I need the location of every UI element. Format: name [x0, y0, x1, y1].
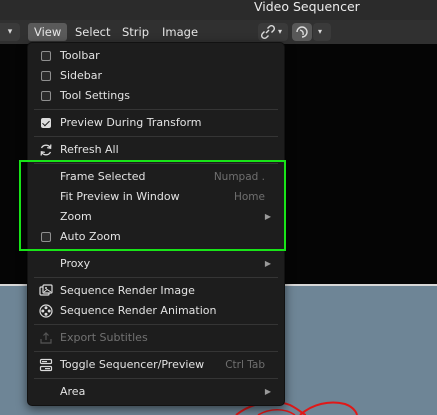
menu-separator — [34, 136, 278, 137]
render-image-icon — [39, 284, 53, 296]
refresh-icon — [40, 144, 52, 156]
submenu-arrow-icon: ▶ — [264, 387, 271, 396]
tool-settings-checkbox[interactable] — [41, 91, 51, 101]
menu-separator — [34, 378, 278, 379]
menu-item-export-subtitles: Export Subtitles — [33, 328, 279, 348]
menu-item-label: Proxy — [60, 257, 91, 270]
overlay-options-button[interactable]: ▾ — [313, 23, 331, 41]
menu-item-toggle-sequencer-preview[interactable]: Toggle Sequencer/Preview Ctrl Tab — [33, 355, 279, 375]
menu-item-label: Sequence Render Animation — [60, 304, 217, 317]
menu-separator — [34, 324, 278, 325]
link-icon — [260, 24, 276, 40]
menu-item-sidebar[interactable]: Sidebar — [33, 66, 279, 86]
menu-image[interactable]: Image — [156, 23, 204, 41]
menu-item-render-image[interactable]: Sequence Render Image — [33, 281, 279, 301]
editor-type-chevron-icon[interactable]: ▾ — [0, 23, 20, 41]
menu-separator — [34, 109, 278, 110]
render-animation-icon — [39, 304, 53, 318]
menu-item-label: Export Subtitles — [60, 331, 148, 344]
window-title: Video Sequencer — [254, 0, 360, 14]
menu-item-label: Sequence Render Image — [60, 284, 195, 297]
menu-item-label: Preview During Transform — [60, 116, 202, 129]
menu-item-label: Area — [60, 385, 86, 398]
toggle-view-icon — [39, 358, 53, 372]
menu-item-tool-settings[interactable]: Tool Settings — [33, 86, 279, 106]
menu-separator — [34, 351, 278, 352]
menu-item-area[interactable]: Area ▶ — [33, 382, 279, 402]
sidebar-checkbox[interactable] — [41, 71, 51, 81]
chevron-down-icon: ▾ — [318, 27, 323, 36]
menu-item-label: Tool Settings — [60, 89, 130, 102]
menu-strip[interactable]: Strip — [116, 23, 155, 41]
snapping-button[interactable]: ▾ — [258, 23, 288, 41]
submenu-arrow-icon: ▶ — [264, 259, 271, 268]
title-bar: Video Sequencer — [0, 0, 437, 20]
shortcut-label: Ctrl Tab — [225, 359, 265, 371]
menu-item-proxy[interactable]: Proxy ▶ — [33, 254, 279, 274]
chevron-down-icon: ▾ — [278, 27, 283, 36]
menu-item-label: Toggle Sequencer/Preview — [60, 358, 205, 371]
menu-item-label: Toolbar — [60, 49, 100, 62]
export-icon — [40, 332, 52, 344]
menu-view[interactable]: View — [28, 23, 68, 41]
toolbar-checkbox[interactable] — [41, 51, 51, 61]
menu-separator — [34, 277, 278, 278]
menu-item-toolbar[interactable]: Toolbar — [33, 46, 279, 66]
sequencer-header: ▾ View Select Strip Image ▾ ▾ — [0, 20, 437, 44]
green-highlight-box — [19, 160, 286, 251]
preview-during-transform-checkbox[interactable] — [41, 118, 51, 128]
menu-item-render-animation[interactable]: Sequence Render Animation — [33, 301, 279, 321]
menu-item-preview-during-transform[interactable]: Preview During Transform — [33, 113, 279, 133]
menu-item-label: Sidebar — [60, 69, 103, 82]
menu-item-label: Refresh All — [60, 143, 119, 156]
menu-select[interactable]: Select — [69, 23, 116, 41]
overlay-toggle-button[interactable] — [292, 23, 312, 41]
menu-item-refresh-all[interactable]: Refresh All — [33, 140, 279, 160]
overlay-icon — [296, 26, 308, 38]
